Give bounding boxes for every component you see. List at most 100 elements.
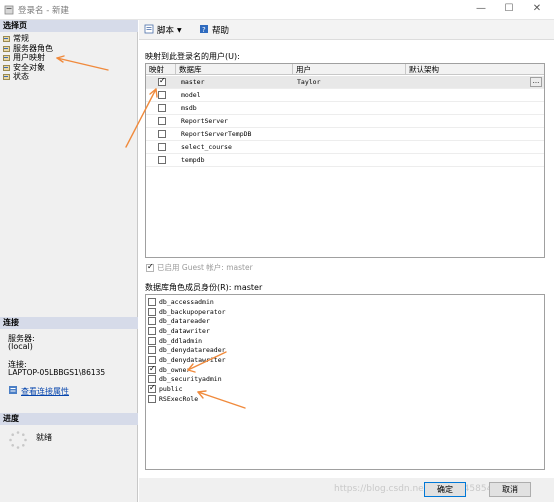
- guest-label: 已启用 Guest 帐户: master: [157, 263, 253, 272]
- role-checkbox[interactable]: [148, 336, 156, 345]
- dialog-footer: https://blog.csdn.net/weixin_45854851 确定…: [139, 478, 554, 502]
- role-item[interactable]: db_datareader: [148, 316, 542, 326]
- watermark: https://blog.csdn.net/weixin_45854851: [334, 484, 510, 494]
- role-checkbox[interactable]: [148, 394, 156, 403]
- progress-spinner-icon: [8, 430, 28, 452]
- column-header-database: 数据库: [176, 64, 293, 75]
- role-name: db_datareader: [159, 317, 210, 326]
- schema-browse-button[interactable]: ...: [530, 77, 542, 87]
- role-checkbox[interactable]: [148, 346, 156, 355]
- properties-icon: [8, 385, 18, 397]
- role-name: db_datawriter: [159, 326, 210, 335]
- database-name: ReportServer: [181, 117, 228, 125]
- role-item[interactable]: db_backupoperator: [148, 307, 542, 317]
- role-name: db_backupoperator: [159, 307, 226, 316]
- user-mapping-grid: 映射 数据库 用户 默认架构 master Taylor... model msdb R…: [145, 63, 545, 258]
- role-item[interactable]: db_datawriter: [148, 326, 542, 336]
- help-icon: ?: [199, 24, 209, 37]
- role-name: db_accessadmin: [159, 297, 214, 306]
- role-item[interactable]: db_ddladmin: [148, 336, 542, 346]
- column-header-user: 用户: [293, 64, 406, 75]
- grid-header: 映射 数据库 用户 默认架构: [146, 64, 544, 75]
- map-checkbox[interactable]: [158, 143, 166, 151]
- svg-text:?: ?: [202, 26, 206, 34]
- app-icon: [4, 5, 14, 15]
- progress-status: 就绪: [36, 433, 52, 442]
- role-name: public: [159, 385, 183, 394]
- map-checkbox[interactable]: [158, 104, 166, 112]
- role-item[interactable]: db_accessadmin: [148, 297, 542, 307]
- role-item[interactable]: db_denydatareader: [148, 345, 542, 355]
- nav-item-label: 常规: [13, 34, 29, 43]
- role-name: db_securityadmin: [159, 375, 222, 384]
- role-name: db_denydatareader: [159, 346, 226, 355]
- ok-button[interactable]: 确定: [424, 482, 466, 497]
- help-button[interactable]: ? 帮助: [199, 24, 229, 36]
- nav-item[interactable]: 状态: [3, 72, 29, 82]
- select-page-header: 选择页: [0, 20, 138, 32]
- role-item[interactable]: RSExecRole: [148, 394, 542, 404]
- close-button[interactable]: ✕: [526, 2, 548, 16]
- mapping-section-label: 映射到此登录名的用户(U):: [145, 52, 240, 61]
- map-checkbox[interactable]: [158, 156, 166, 164]
- column-header-default-schema: 默认架构: [409, 65, 439, 74]
- guest-check-box: [146, 262, 154, 272]
- page-icon: [3, 73, 11, 81]
- table-row[interactable]: ReportServer: [146, 115, 544, 128]
- role-checkbox[interactable]: [148, 297, 156, 306]
- role-name: db_owner: [159, 365, 191, 374]
- role-item[interactable]: public: [148, 383, 542, 394]
- database-name: master: [181, 78, 205, 86]
- chevron-down-icon: ▼: [177, 26, 182, 34]
- connection-value: LAPTOP-05LBBGS1\86135: [8, 368, 106, 377]
- view-connection-properties-label: 查看连接属性: [21, 386, 69, 396]
- connection-header: 连接: [0, 317, 138, 329]
- cancel-button[interactable]: 取消: [489, 482, 531, 497]
- role-items: db_accessadmin db_backupoperator db_datare…: [148, 297, 542, 404]
- page-icon: [3, 54, 11, 62]
- table-row[interactable]: master Taylor...: [146, 76, 544, 89]
- page-icon: [3, 45, 11, 53]
- table-row[interactable]: select_course: [146, 141, 544, 154]
- left-pane: 选择页 常规 服务器角色 用户映射 安全对象 状态 连接 服务器: (local) 连接…: [0, 20, 138, 502]
- view-connection-properties-link[interactable]: 查看连接属性: [8, 385, 69, 397]
- database-name: msdb: [181, 104, 197, 112]
- role-item[interactable]: db_securityadmin: [148, 375, 542, 385]
- role-checkbox[interactable]: [148, 317, 156, 326]
- nav-item[interactable]: 用户映射: [3, 53, 45, 63]
- nav-item[interactable]: 常规: [3, 34, 29, 44]
- role-checkbox[interactable]: [148, 326, 156, 335]
- role-item[interactable]: db_denydatawriter: [148, 355, 542, 365]
- script-icon: [144, 24, 154, 37]
- table-row[interactable]: model: [146, 89, 544, 102]
- table-row[interactable]: tempdb: [146, 154, 544, 167]
- window-title: 登录名 - 新建: [18, 6, 69, 16]
- progress-header: 进度: [0, 413, 138, 425]
- script-label: 脚本: [157, 26, 175, 36]
- role-name: RSExecRole: [159, 394, 199, 403]
- role-membership-list: db_accessadmin db_backupoperator db_datare…: [145, 294, 545, 470]
- role-item[interactable]: db_owner: [148, 364, 542, 375]
- title-bar: 登录名 - 新建 — ☐ ✕: [0, 0, 554, 20]
- minimize-button[interactable]: —: [470, 2, 492, 16]
- toolbar: 脚本 ▼ ? 帮助: [139, 20, 554, 40]
- role-checkbox[interactable]: [148, 307, 156, 316]
- map-checkbox[interactable]: [158, 130, 166, 138]
- guest-enabled-checkbox: 已启用 Guest 帐户: master: [146, 262, 253, 273]
- map-checkbox[interactable]: [158, 76, 166, 86]
- role-name: db_ddladmin: [159, 336, 203, 345]
- database-name: tempdb: [181, 156, 205, 164]
- role-checkbox[interactable]: [148, 383, 156, 394]
- database-name: select_course: [181, 143, 232, 151]
- role-checkbox[interactable]: [148, 364, 156, 374]
- table-row[interactable]: msdb: [146, 102, 544, 115]
- map-checkbox[interactable]: [158, 91, 166, 99]
- maximize-button[interactable]: ☐: [498, 2, 520, 16]
- page-icon: [3, 35, 11, 43]
- table-row[interactable]: ReportServerTempDB: [146, 128, 544, 141]
- script-button[interactable]: 脚本 ▼: [144, 24, 182, 36]
- user-name[interactable]: Taylor: [297, 78, 320, 86]
- database-name: model: [181, 91, 201, 99]
- map-checkbox[interactable]: [158, 117, 166, 125]
- database-name: ReportServerTempDB: [181, 130, 252, 138]
